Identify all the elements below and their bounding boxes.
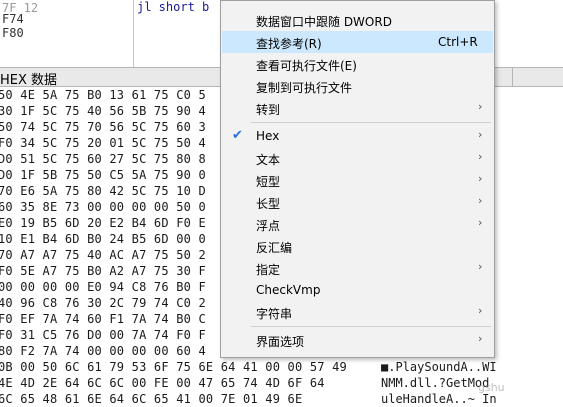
hex-bytes[interactable]: 4E 4D 2E 64 6C 6C 00 FE 00 47 65 74 4D 6… — [0, 375, 325, 391]
hex-bytes[interactable]: E0 19 B5 6D 20 E2 B4 6D F0 E — [0, 215, 206, 231]
menu-item[interactable]: ✔ Hex › — [222, 125, 493, 147]
chevron-right-icon: › — [478, 172, 483, 185]
menu-item-label: CheckVmp — [256, 283, 321, 297]
hex-bytes[interactable]: 10 E1 B4 6D B0 24 B5 6D 00 0 — [0, 231, 206, 247]
hex-bytes[interactable]: F0 34 5C 75 20 01 5C 75 50 4 — [0, 135, 206, 151]
menu-separator — [251, 326, 491, 327]
hex-row[interactable]: 0B 00 50 6C 61 79 53 6F 75 6E 64 41 00 0… — [0, 359, 563, 375]
menu-item[interactable]: 指定 › — [222, 257, 493, 279]
hex-bytes[interactable]: 80 F2 7A 74 00 00 00 00 60 4 — [0, 343, 206, 359]
hex-bytes[interactable]: 0B 00 50 6C 61 79 53 6F 75 6E 64 41 00 0… — [0, 359, 347, 375]
menu-item-label: 反汇编 — [256, 241, 293, 255]
watermark: gshu — [478, 381, 505, 394]
hex-bytes[interactable]: 6C 65 48 61 6E 64 6C 65 41 00 7E 01 49 6… — [0, 391, 302, 407]
hex-bytes[interactable]: 40 96 C8 76 30 2C 79 74 C0 2 — [0, 295, 206, 311]
menu-item[interactable]: 字符串 › — [222, 301, 493, 323]
chevron-right-icon: › — [478, 100, 483, 113]
menu-separator — [251, 122, 491, 123]
menu-item-label: 短型 — [256, 175, 281, 189]
menu-item-shortcut: Ctrl+R — [438, 35, 478, 49]
disasm-address-2[interactable]: F80 — [2, 27, 24, 40]
menu-item[interactable]: 查找参考(R) Ctrl+R — [222, 31, 493, 53]
menu-item-label: 查找参考(R) — [256, 37, 322, 51]
menu-item-label: 指定 — [256, 263, 281, 277]
menu-item[interactable]: 反汇编 — [222, 235, 493, 257]
menu-item[interactable]: 转到 › — [222, 97, 493, 119]
chevron-right-icon: › — [478, 194, 483, 207]
disasm-address-1[interactable]: F74 — [2, 13, 24, 26]
menu-item[interactable]: 短型 › — [222, 169, 493, 191]
hex-bytes[interactable]: F0 EF 7A 74 60 F1 7A 74 B0 C — [0, 311, 206, 327]
menu-item-label: 界面选项 — [256, 335, 305, 349]
menu-item[interactable]: 界面选项 › — [222, 329, 493, 351]
menu-item[interactable]: 文本 › — [222, 147, 493, 169]
menu-item-label: 复制到可执行文件 — [256, 81, 353, 95]
hex-bytes[interactable]: D0 51 5C 75 60 27 5C 75 80 8 — [0, 151, 206, 167]
hex-bytes[interactable]: 70 A7 A7 75 40 AC A7 75 50 2 — [0, 247, 206, 263]
chevron-right-icon: › — [478, 128, 483, 141]
menu-item[interactable]: 查看可执行文件(E) — [222, 53, 493, 75]
menu-item[interactable]: 复制到可执行文件 — [222, 75, 493, 97]
checkmark-icon: ✔ — [232, 128, 243, 143]
menu-item-label: 转到 — [256, 103, 281, 117]
menu-item[interactable]: 长型 › — [222, 191, 493, 213]
header-divider[interactable] — [512, 68, 513, 86]
menu-item-label: 浮点 — [256, 219, 281, 233]
menu-item[interactable]: CheckVmp — [222, 279, 493, 301]
chevron-right-icon: › — [478, 304, 483, 317]
menu-item-label: 长型 — [256, 197, 281, 211]
hex-bytes[interactable]: 00 00 00 00 E0 94 C8 76 B0 F — [0, 279, 206, 295]
menu-item-label: 文本 — [256, 153, 281, 167]
disasm-column-divider — [133, 0, 134, 67]
menu-item[interactable]: 数据窗口中跟随 DWORD — [222, 9, 493, 31]
menu-item-label: 字符串 — [256, 307, 293, 321]
chevron-right-icon: › — [478, 216, 483, 229]
disasm-instruction[interactable]: jl short b — [137, 0, 209, 14]
context-menu[interactable]: 数据窗口中跟随 DWORD 查找参考(R) Ctrl+R 查看可执行文件(E) 复制到可… — [220, 0, 495, 358]
hex-ascii[interactable]: ■.PlaySoundA..WI — [381, 359, 497, 375]
hex-bytes[interactable]: 50 4E 5A 75 B0 13 61 75 C0 5 — [0, 87, 206, 103]
hex-bytes[interactable]: D0 1F 5B 75 50 C5 5A 75 90 0 — [0, 167, 206, 183]
menu-item-label: Hex — [256, 129, 280, 143]
hex-bytes[interactable]: 70 E6 5A 75 80 42 5C 75 10 D — [0, 183, 206, 199]
menu-item-label: 数据窗口中跟随 DWORD — [256, 15, 392, 29]
hex-bytes[interactable]: F0 5E A7 75 B0 A2 A7 75 30 F — [0, 263, 206, 279]
hex-bytes[interactable]: 30 1F 5C 75 40 56 5B 75 90 4 — [0, 103, 206, 119]
chevron-right-icon: › — [478, 150, 483, 163]
hex-panel-title: HEX 数据 — [0, 73, 58, 88]
hex-bytes[interactable]: 50 74 5C 75 70 56 5C 75 60 3 — [0, 119, 206, 135]
chevron-right-icon: › — [478, 260, 483, 273]
menu-item-label: 查看可执行文件(E) — [256, 59, 357, 73]
menu-item[interactable]: 浮点 › — [222, 213, 493, 235]
hex-bytes[interactable]: 60 35 8E 73 00 00 00 00 50 0 — [0, 199, 206, 215]
hex-bytes[interactable]: F0 31 C5 76 D0 00 7A 74 F0 F — [0, 327, 206, 343]
hex-ascii[interactable]: NMM.dll.?GetMod — [381, 375, 489, 391]
chevron-right-icon: › — [478, 332, 483, 345]
